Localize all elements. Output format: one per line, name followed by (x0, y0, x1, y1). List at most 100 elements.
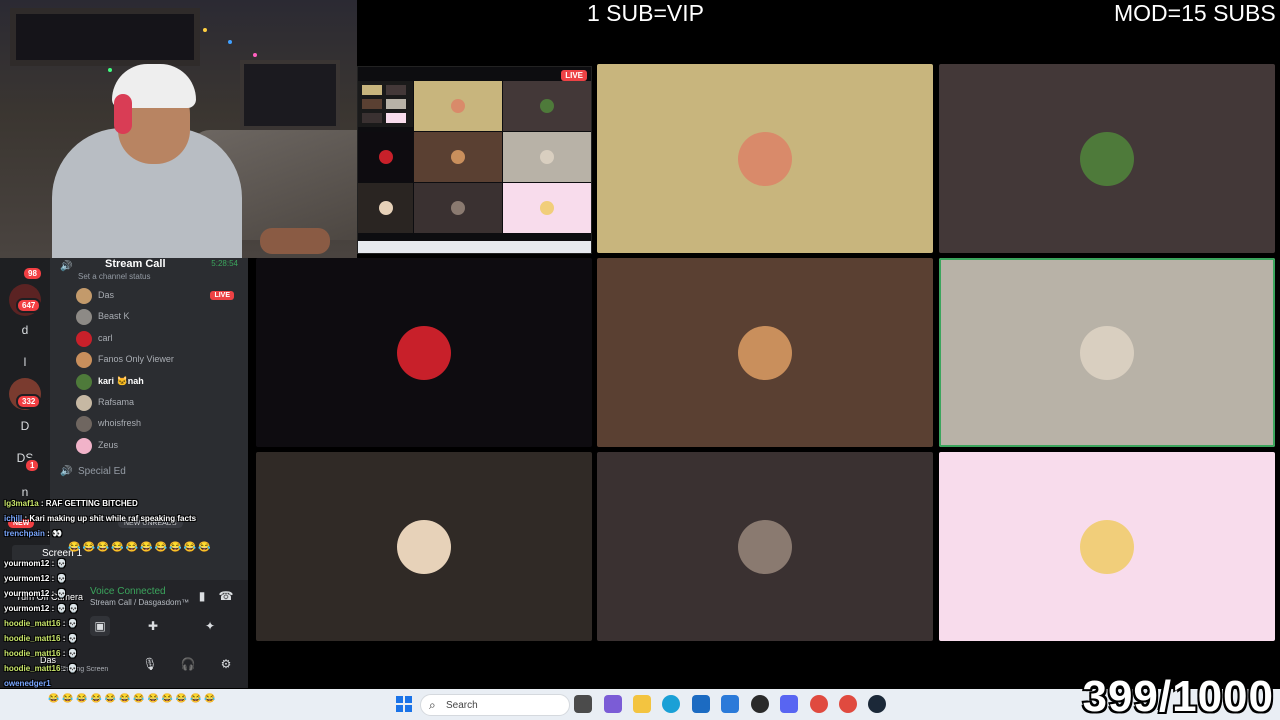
voice-member[interactable]: kari 🐱nah (76, 373, 242, 391)
video-tile[interactable] (939, 452, 1275, 641)
member-name: carl (98, 332, 113, 343)
steam-icon[interactable] (868, 695, 886, 713)
voice-member[interactable]: Beast K (76, 308, 242, 326)
chat-text: 💀 💀 (56, 604, 79, 613)
video-tile[interactable] (939, 64, 1275, 253)
chat-message: hoodie_matt16 : 💀 (4, 619, 78, 628)
server-l[interactable]: l (9, 346, 41, 378)
outlook-icon[interactable] (721, 695, 739, 713)
ss-mini-grid (358, 81, 413, 127)
avatar (1080, 131, 1134, 186)
member-name: Beast K (98, 311, 130, 322)
chat-separator: : (60, 634, 68, 643)
chat-text: 👀 (52, 529, 62, 538)
live-badge: LIVE (210, 291, 234, 300)
voice-member[interactable]: carl (76, 330, 242, 348)
chat-message: ichill : Kari making up shit while raf s… (4, 514, 196, 523)
chat-message: hoodie_matt16 : 💀 (4, 634, 78, 643)
obs-icon[interactable] (751, 695, 769, 713)
chat-username: yourmom12 (4, 559, 50, 568)
streamer-hand (260, 228, 330, 254)
chat-message: yourmom12 : 💀 (4, 559, 66, 568)
ss-tile (414, 132, 502, 182)
ss-tile (503, 81, 591, 131)
chat-separator: : (44, 529, 53, 538)
file-explorer-icon[interactable] (633, 695, 651, 713)
chat-username: hoodie_matt16 (4, 634, 61, 643)
emoji-bar: 😂😂😂😂😂😂😂😂😂😂😂😂 (48, 693, 219, 703)
edge-icon[interactable] (662, 695, 680, 713)
chat-message: hoodie_matt16 : 💀 (4, 664, 78, 673)
chat-text: 💀 (56, 574, 67, 583)
chat-text: 💀 (67, 634, 78, 643)
member-name: whoisfresh (98, 418, 142, 429)
voice-member[interactable]: Rafsama (76, 394, 242, 412)
ss-tile (358, 132, 413, 182)
video-tile[interactable] (597, 64, 933, 253)
stream-chat-overlay: NEW NEW UNREADS 😂😂😂😂😂😂😂😂😂😂 lg3maf1a : RA… (0, 497, 250, 689)
chat-username: trenchpain (4, 529, 45, 538)
discord-icon[interactable] (780, 695, 798, 713)
live-badge: LIVE (561, 70, 587, 81)
chat-text: 💀 (67, 619, 78, 628)
avatar (397, 519, 451, 574)
chat-text: 💀 (56, 589, 67, 598)
chat-username: yourmom12 (4, 589, 50, 598)
video-tile[interactable] (597, 258, 933, 447)
chat-message: hoodie_matt16 : 💀 (4, 649, 78, 658)
member-name: kari 🐱nah (98, 375, 144, 386)
app-icon[interactable] (604, 695, 622, 713)
chat-message: owenedger1 (4, 679, 51, 688)
screenshare-preview[interactable]: LIVE (357, 66, 592, 254)
avatar (76, 395, 92, 411)
avatar (76, 352, 92, 369)
unread-badge: 647 (16, 298, 42, 313)
chat-text: RAF GETTING BITCHED (45, 499, 138, 508)
chat-separator: : (60, 664, 68, 673)
video-tile[interactable] (256, 258, 592, 447)
voice-member[interactable]: Zeus (76, 437, 242, 455)
sub-goal-counter: 399/1000 (1082, 672, 1274, 720)
headset-icon (114, 94, 132, 134)
voice-member[interactable]: whoisfresh (76, 415, 242, 433)
avatar (1080, 325, 1134, 380)
chat-username: yourmom12 (4, 604, 50, 613)
ss-taskbar (358, 241, 591, 253)
server-D[interactable]: D (9, 410, 41, 442)
server-d[interactable]: d (9, 314, 41, 346)
task-view-icon[interactable] (574, 695, 592, 713)
chrome-icon[interactable] (810, 695, 828, 713)
chat-text: 💀 (56, 559, 67, 568)
chat-username: hoodie_matt16 (4, 664, 61, 673)
member-name: Fanos Only Viewer (98, 354, 174, 365)
store-icon[interactable] (692, 695, 710, 713)
avatar (738, 325, 792, 380)
avatar (1080, 519, 1134, 574)
video-tile[interactable] (256, 452, 592, 641)
ss-tile (503, 132, 591, 182)
voice-member[interactable]: Das LIVE (76, 287, 242, 305)
video-tile[interactable] (597, 452, 933, 641)
video-tile[interactable] (939, 258, 1275, 447)
emoji-row: 😂😂😂😂😂😂😂😂😂😂 (68, 542, 213, 553)
voice-member[interactable]: Fanos Only Viewer (76, 351, 242, 369)
chat-username: yourmom12 (4, 574, 50, 583)
window (240, 60, 340, 130)
chat-username: lg3maf1a (4, 499, 39, 508)
chat-message: yourmom12 : 💀 💀 (4, 604, 79, 613)
chrome-icon[interactable] (839, 695, 857, 713)
search-placeholder: Search (446, 700, 478, 711)
channel-status[interactable]: Set a channel status (78, 272, 151, 281)
taskbar-search[interactable]: ⌕ Search (420, 694, 570, 716)
search-icon: ⌕ (429, 698, 436, 712)
avatar (76, 373, 92, 390)
window (10, 8, 200, 66)
avatar (738, 131, 792, 186)
chat-message: trenchpain : 👀 (4, 529, 62, 538)
ss-tile (414, 183, 502, 233)
speaker-icon: 🔊 (60, 261, 73, 272)
voice-channel-special-ed[interactable]: 🔊 Special Ed (60, 466, 126, 477)
windows-start-icon[interactable] (396, 696, 412, 712)
webcam-feed (0, 0, 357, 258)
chat-text: Kari making up shit while raf speaking f… (29, 514, 197, 523)
